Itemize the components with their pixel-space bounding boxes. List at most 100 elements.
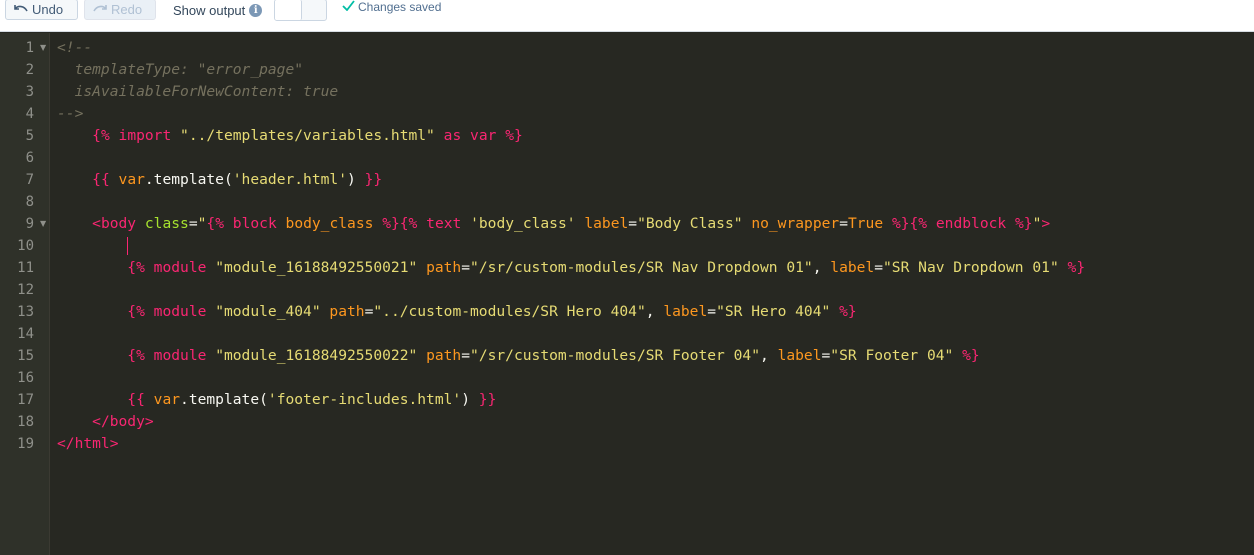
line-number: 19 xyxy=(17,436,34,452)
code-token: label xyxy=(584,215,629,232)
code-editor[interactable]: 1 ▼ 2 3 4 5 6 7 8 9 ▼ 10 11 12 13 14 15 16 17 18 19 <!-- tem… xyxy=(0,33,1254,555)
line-number: 16 xyxy=(17,370,34,386)
show-output-label-group: Show output i xyxy=(173,3,263,18)
code-token: "/sr/custom-modules/SR Footer 04" xyxy=(470,347,760,364)
line-number: 4 xyxy=(25,106,34,122)
code-token: ) xyxy=(461,391,479,408)
line-number: 8 xyxy=(25,194,34,210)
line-number: 14 xyxy=(17,326,34,342)
code-line[interactable] xyxy=(57,323,1254,345)
code-line[interactable]: </body> xyxy=(57,411,1254,433)
code-line[interactable]: templateType: "error_page" xyxy=(57,59,1254,81)
code-token: </html> xyxy=(57,435,119,452)
code-token: .template( xyxy=(180,391,268,408)
line-number: 12 xyxy=(17,282,34,298)
code-token: "module_404" xyxy=(215,303,321,320)
code-token: }} xyxy=(364,171,383,188)
code-token: = xyxy=(461,347,471,364)
code-token: var xyxy=(470,127,497,144)
code-line[interactable] xyxy=(57,235,1254,257)
text-cursor xyxy=(127,237,128,255)
code-token: = xyxy=(839,215,848,232)
save-status: Changes saved xyxy=(342,0,441,14)
code-line[interactable] xyxy=(57,147,1254,169)
code-line[interactable] xyxy=(57,279,1254,301)
line-number: 3 xyxy=(25,84,34,100)
code-token: <!-- xyxy=(57,39,93,56)
redo-icon xyxy=(93,0,107,19)
code-line[interactable]: {% module "module_16188492550021" path="… xyxy=(57,257,1254,279)
code-content[interactable]: <!-- templateType: "error_page" isAvaila… xyxy=(57,37,1254,455)
code-token: ) xyxy=(347,171,365,188)
code-token: , xyxy=(759,347,778,364)
code-line[interactable]: <body class="{% block body_class %}{% te… xyxy=(57,213,1254,235)
code-token: "SR Hero 404" xyxy=(716,303,831,320)
code-line[interactable]: {% module "module_16188492550022" path="… xyxy=(57,345,1254,367)
code-line[interactable]: {{ var.template('footer-includes.html') … xyxy=(57,389,1254,411)
code-line[interactable]: </html> xyxy=(57,433,1254,455)
code-line[interactable]: {% module "module_404" path = "../custom-m… xyxy=(57,301,1254,323)
save-status-text: Changes saved xyxy=(358,0,442,14)
code-token: class xyxy=(144,215,189,232)
code-line[interactable]: isAvailableForNewContent: true xyxy=(57,81,1254,103)
code-token: var xyxy=(118,171,145,188)
code-token: "SR Nav Dropdown 01" xyxy=(883,259,1059,276)
code-token: %} xyxy=(1067,259,1086,276)
undo-button[interactable]: Undo xyxy=(5,0,78,20)
code-token: --> xyxy=(57,105,84,122)
code-token: %}{% xyxy=(382,215,418,232)
code-token: var xyxy=(153,391,181,408)
show-output-toggle[interactable] xyxy=(274,0,327,21)
code-token: path xyxy=(329,303,365,320)
toggle-knob xyxy=(275,0,302,20)
line-number: 15 xyxy=(17,348,34,364)
redo-button[interactable]: Redo xyxy=(84,0,156,20)
line-number: 17 xyxy=(17,392,34,408)
code-line[interactable] xyxy=(57,367,1254,389)
checkmark-icon xyxy=(342,0,355,14)
code-line[interactable]: {{ var.template('header.html') }} xyxy=(57,169,1254,191)
code-token: = xyxy=(461,259,471,276)
code-token: %} xyxy=(839,303,857,320)
code-token: {% xyxy=(206,215,224,232)
code-line[interactable]: --> xyxy=(57,103,1254,125)
code-line[interactable] xyxy=(57,191,1254,213)
fold-arrow-icon[interactable]: ▼ xyxy=(40,213,46,235)
code-token: module xyxy=(153,347,207,364)
code-token: = xyxy=(821,347,831,364)
code-token: .template( xyxy=(144,171,233,188)
code-token: , xyxy=(645,303,664,320)
code-token: body_class xyxy=(285,215,374,232)
code-token: block xyxy=(232,215,277,232)
line-number: 1 xyxy=(25,40,34,56)
code-token: %} xyxy=(505,127,523,144)
code-token: endblock xyxy=(935,215,1007,232)
editor-toolbar: Undo Redo Show output i Changes saved xyxy=(0,0,1254,32)
code-line[interactable]: {% import "../templates/variables.html" … xyxy=(57,125,1254,147)
code-line[interactable]: <!-- xyxy=(57,37,1254,59)
code-token: path xyxy=(426,259,462,276)
info-icon[interactable]: i xyxy=(249,4,263,17)
code-token: templateType: "error_page" xyxy=(57,61,304,78)
fold-arrow-icon[interactable]: ▼ xyxy=(40,37,46,59)
show-output-label: Show output xyxy=(173,3,246,18)
line-number: 5 xyxy=(25,128,34,144)
